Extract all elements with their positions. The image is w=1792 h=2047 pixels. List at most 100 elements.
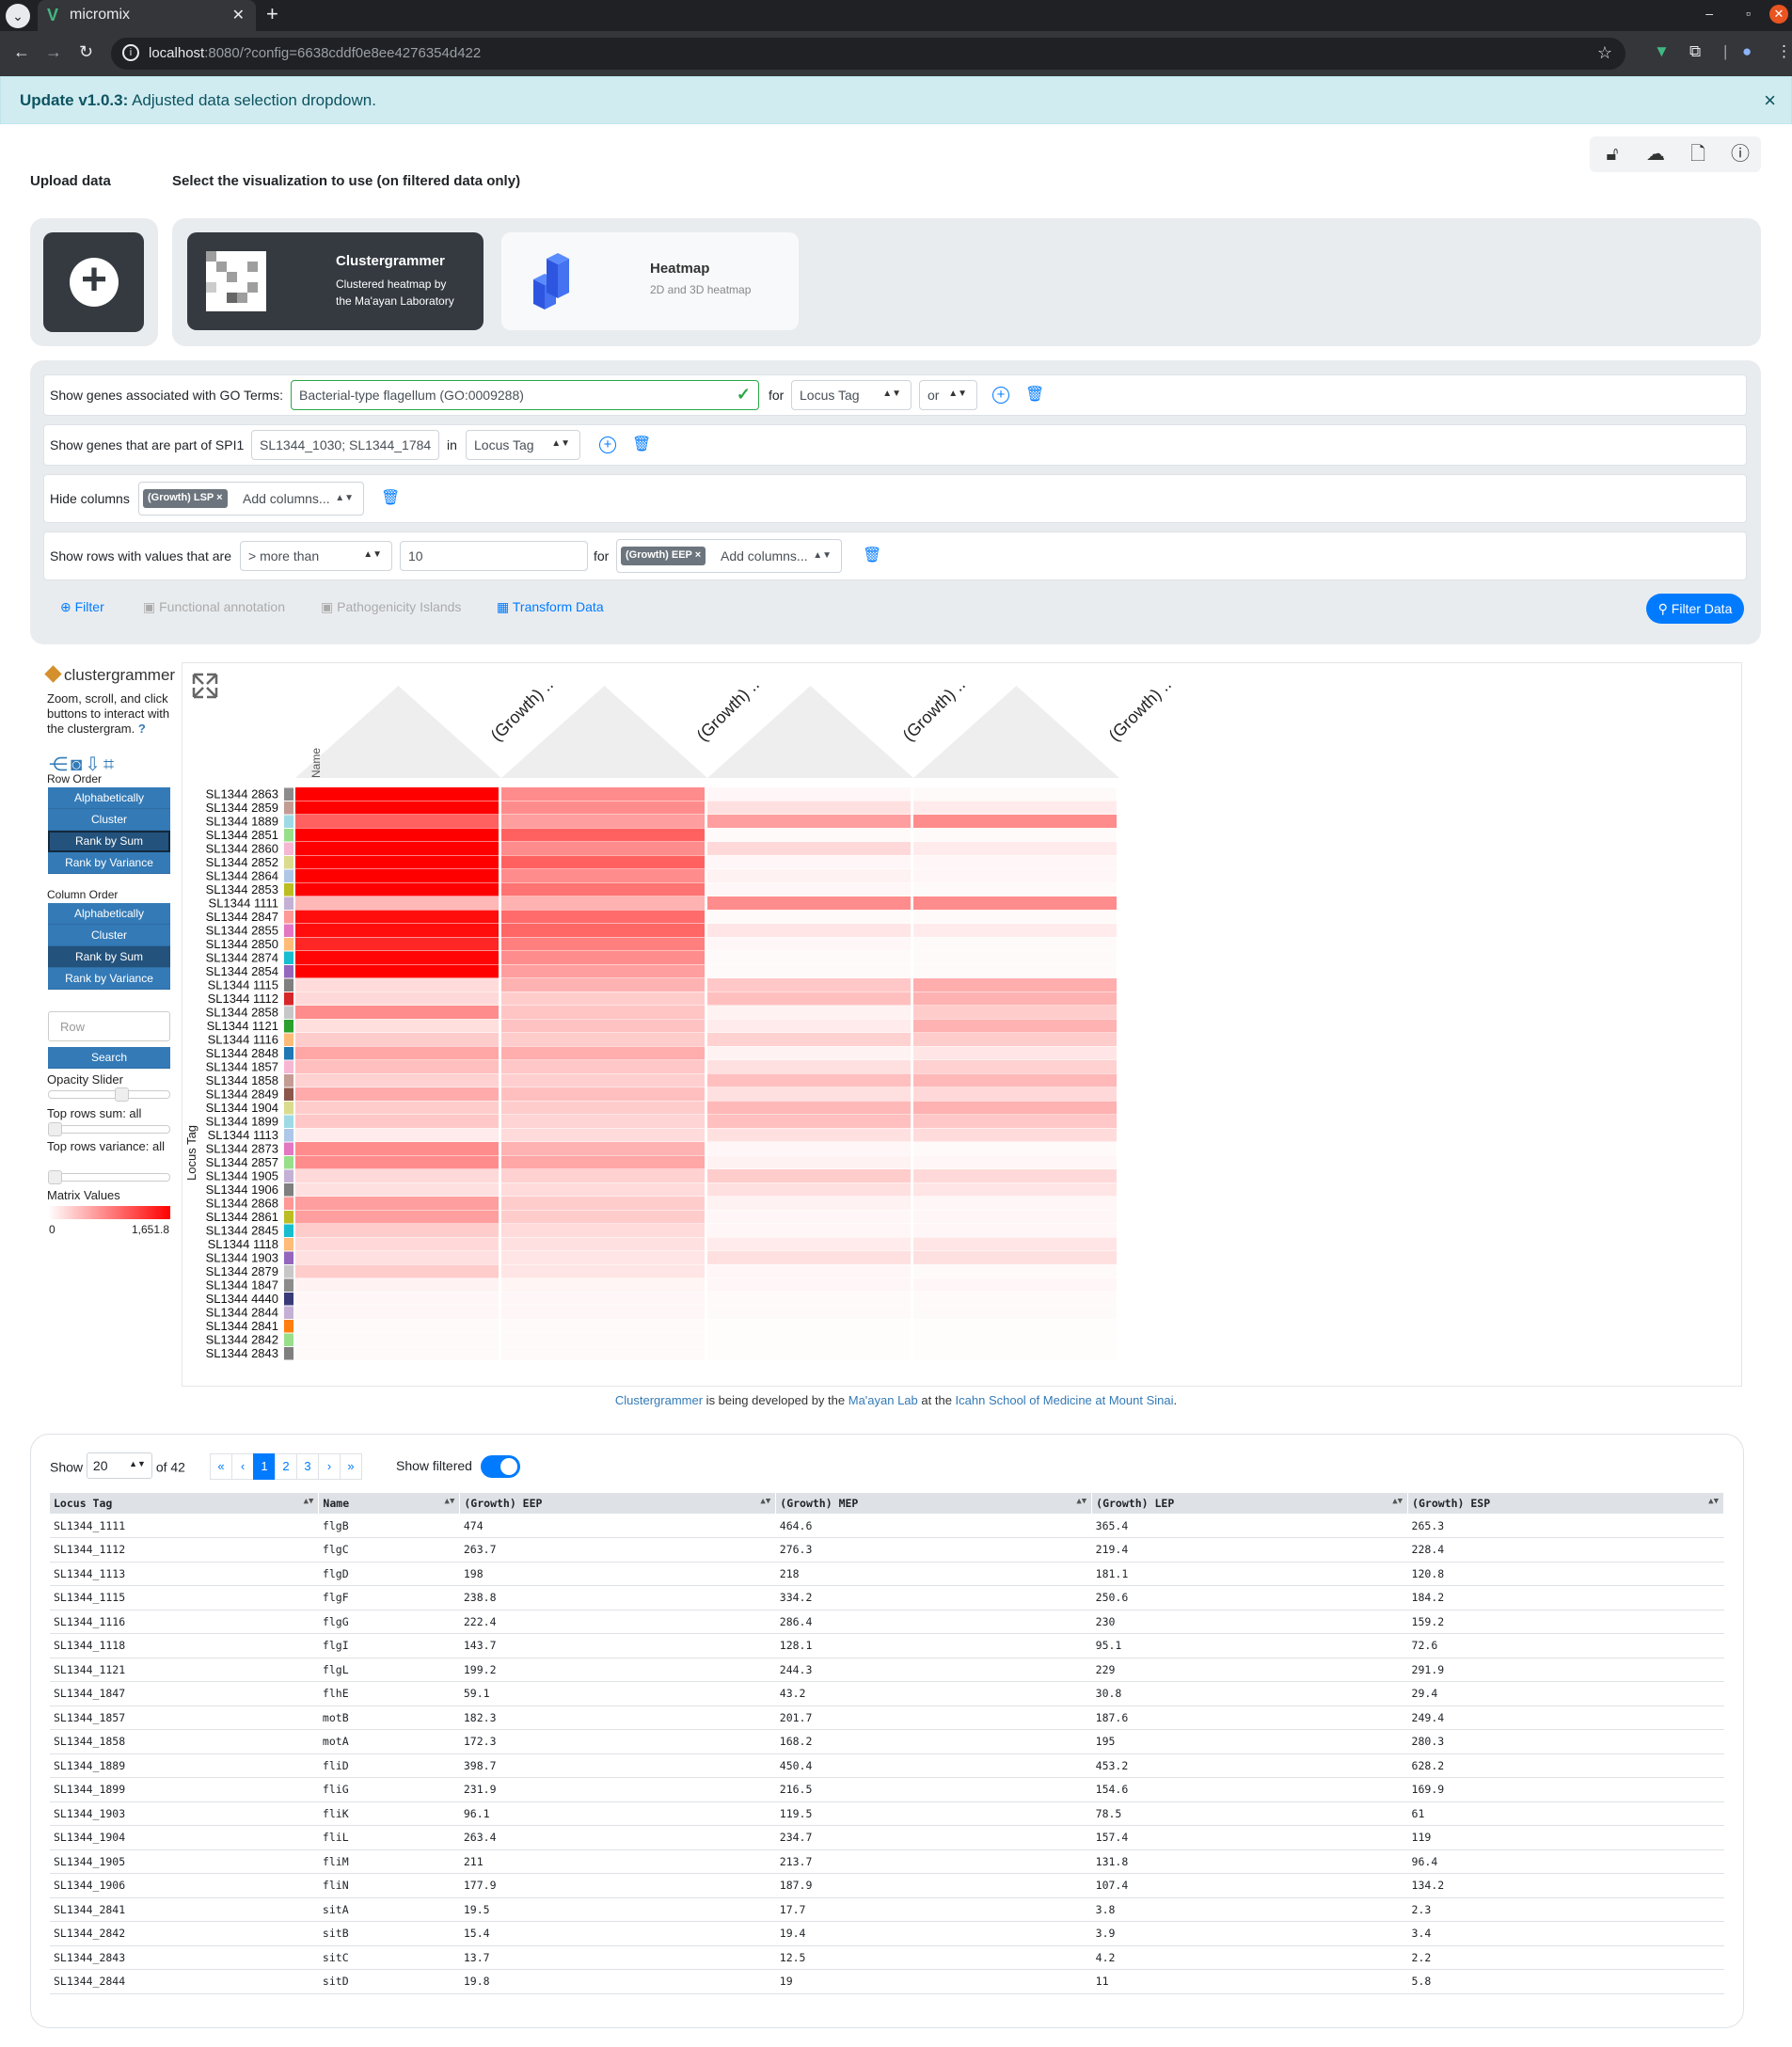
minimize-button[interactable]: – [1705,6,1713,21]
heatmap-cell[interactable] [501,964,705,978]
page-first-button[interactable]: « [210,1453,232,1480]
heatmap-cell[interactable] [295,1101,499,1115]
row-label[interactable]: SL1344 1903 [206,1251,278,1265]
heatmap-cell[interactable] [707,869,911,882]
heatmap-cell[interactable] [707,1237,911,1251]
table-row[interactable]: SL1344_1116 flgG 222.4 286.4 230 159.2 [50,1610,1724,1634]
table-row[interactable]: SL1344_1906 fliN 177.9 187.9 107.4 134.2 [50,1873,1724,1898]
opacity-slider[interactable] [48,1087,170,1102]
row-label[interactable]: SL1344 2868 [206,1197,278,1211]
heatmap-cell[interactable] [501,1264,705,1278]
column-label[interactable]: (Growth) .. [899,675,969,745]
heatmap-cell[interactable] [501,1251,705,1264]
table-row[interactable]: SL1344_1847 flhE 59.1 43.2 30.8 29.4 [50,1681,1724,1706]
row-order-rank-variance-button[interactable]: Rank by Variance [48,852,170,874]
profile-avatar-icon[interactable]: ● [1742,42,1752,61]
heatmap-cell[interactable] [501,924,705,937]
row-label[interactable]: SL1344 2855 [206,924,278,938]
column-dendrogram-triangle[interactable] [295,686,501,778]
heatmap-cell[interactable] [913,1142,1117,1155]
go-logic-select[interactable]: or ▲▼ [919,380,977,410]
heatmap-cell[interactable] [501,1128,705,1142]
heatmap-cell[interactable] [913,1237,1117,1251]
heatmap-cell[interactable] [707,1306,911,1319]
table-row[interactable]: SL1344_1121 flgL 199.2 244.3 229 291.9 [50,1658,1724,1682]
slider-handle[interactable] [115,1087,129,1102]
heatmap-cell[interactable] [913,951,1117,964]
heatmap-cell[interactable] [501,1046,705,1060]
row-label[interactable]: SL1344 2842 [206,1333,278,1347]
bookmark-star-icon[interactable]: ☆ [1597,43,1612,63]
page-2-button[interactable]: 2 [275,1453,297,1480]
heatmap-cell[interactable] [913,1293,1117,1306]
page-1-button[interactable]: 1 [253,1453,276,1480]
heatmap-cell[interactable] [913,1156,1117,1169]
page-3-button[interactable]: 3 [296,1453,319,1480]
heatmap-cell[interactable] [913,1211,1117,1224]
sort-icon[interactable]: ▲▼ [760,1497,770,1506]
heatmap-cell[interactable] [501,1073,705,1087]
column-header[interactable]: (Growth) ESP ▲▼ [1407,1493,1724,1514]
heatmap-cell[interactable] [501,815,705,828]
heatmap-cell[interactable] [913,965,1117,978]
row-label[interactable]: SL1344 2841 [206,1319,278,1333]
heatmap-cell[interactable] [707,1033,911,1046]
row-label[interactable]: SL1344 1858 [206,1073,278,1087]
row-label[interactable]: SL1344 1847 [206,1278,278,1293]
help-icon[interactable]: ⓘ [1721,140,1759,168]
clustergrammer-link[interactable]: Clustergrammer [615,1393,703,1407]
heatmap-cell[interactable] [707,1293,911,1306]
row-label[interactable]: SL1344 2858 [206,1006,278,1020]
help-icon[interactable]: ? [138,722,146,736]
window-close-button[interactable]: ✕ [1769,5,1788,24]
heatmap-cell[interactable] [707,951,911,964]
heatmap-cell[interactable] [707,965,911,978]
row-label[interactable]: SL1344 1118 [208,1237,278,1251]
table-row[interactable]: SL1344_1857 motB 182.3 201.7 187.6 249.4 [50,1706,1724,1730]
row-label[interactable]: SL1344 1113 [208,1128,278,1142]
row-label[interactable]: SL1344 4440 [206,1292,278,1306]
heatmap-cell[interactable] [295,1278,499,1292]
heatmap-cell[interactable] [913,1251,1117,1264]
heatmap-cell[interactable] [913,1182,1117,1197]
row-order-cluster-button[interactable]: Cluster [48,809,170,831]
expand-icon[interactable] [192,673,218,699]
row-label[interactable]: SL1344 2853 [206,882,278,897]
slider-handle[interactable] [48,1122,62,1136]
heatmap-cell[interactable] [501,1019,705,1033]
heatmap-cell[interactable] [501,1060,705,1073]
heatmap-cell[interactable] [501,1182,705,1197]
heatmap-cell[interactable] [913,911,1117,924]
heatmap-cell[interactable] [707,1333,911,1346]
heatmap-cell[interactable] [295,1306,499,1319]
column-header[interactable]: (Growth) MEP ▲▼ [775,1493,1093,1514]
heatmap-cell[interactable] [913,938,1117,951]
col-order-rank-variance-button[interactable]: Rank by Variance [48,968,170,990]
hide-columns-multiselect[interactable]: (Growth) LSP × Add columns... ▲▼ [138,482,364,516]
heatmap-cell[interactable] [295,1060,499,1073]
heatmap-cell[interactable] [913,869,1117,882]
heatmap-cell[interactable] [913,1101,1117,1115]
page-next-button[interactable]: › [318,1453,341,1480]
heatmap-cell[interactable] [295,1210,499,1224]
heatmap-cell[interactable] [707,815,911,828]
heatmap-cell[interactable] [913,992,1117,1006]
table-row[interactable]: SL1344_2841 sitA 19.5 17.7 3.8 2.3 [50,1897,1724,1922]
heatmap-cell[interactable] [913,1320,1117,1333]
heatmap-card[interactable]: Heatmap 2D and 3D heatmap [501,232,799,330]
row-label[interactable]: SL1344 1857 [206,1060,278,1074]
heatmap-cell[interactable] [707,1087,911,1101]
col-order-cluster-button[interactable]: Cluster [48,925,170,946]
table-row[interactable]: SL1344_1118 flgI 143.7 128.1 95.1 72.6 [50,1633,1724,1658]
heatmap-cell[interactable] [913,1333,1117,1346]
extensions-puzzle-icon[interactable]: ⧉ [1689,42,1701,61]
search-button[interactable]: Search [48,1047,170,1069]
row-label[interactable]: SL1344 2854 [206,964,278,978]
heatmap-cell[interactable] [295,1320,499,1333]
heatmap-cell[interactable] [913,787,1117,801]
heatmap-cell[interactable] [913,1265,1117,1278]
heatmap-cell[interactable] [707,1073,911,1087]
reload-icon[interactable]: ↻ [79,42,93,62]
heatmap-cell[interactable] [707,1046,911,1060]
crop-icon[interactable]: ⌗ [103,754,117,775]
